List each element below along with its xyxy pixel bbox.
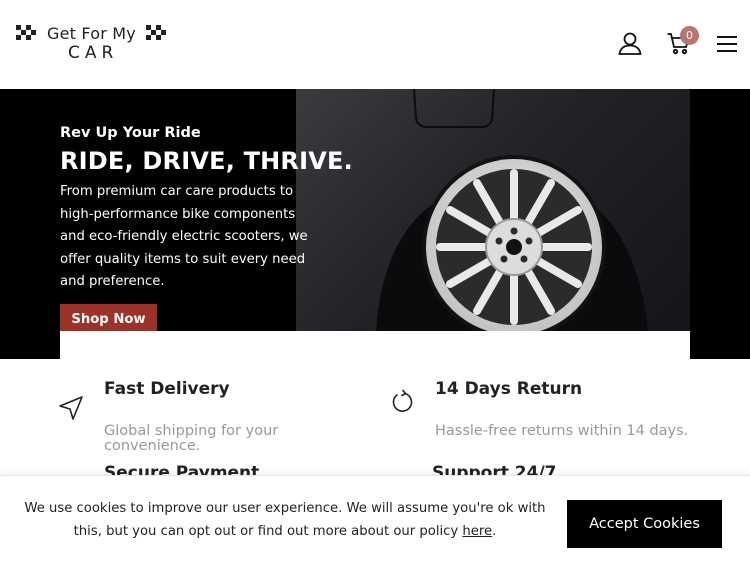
- accept-cookies-button[interactable]: Accept Cookies: [567, 500, 722, 548]
- logo-text-line1: Get For My: [47, 24, 136, 43]
- car-wheel-illustration: [376, 89, 648, 331]
- feature-fast-delivery: Fast Delivery Global shipping for your c…: [58, 377, 318, 457]
- navigation-arrow-icon: [59, 396, 83, 420]
- cookie-consent-bar: We use cookies to improve our user exper…: [0, 475, 750, 563]
- car-wheel-image: [296, 89, 690, 331]
- hamburger-menu-icon[interactable]: [714, 31, 740, 57]
- feature-description: Hassle-free returns within 14 days.: [435, 423, 689, 439]
- hero-bottom-panel: [60, 331, 690, 359]
- hero-banner: Rev Up Your Ride RIDE, DRIVE, THRIVE. Fr…: [0, 89, 750, 359]
- feature-title: Fast Delivery: [104, 379, 230, 399]
- cart-count-badge: 0: [680, 26, 699, 45]
- shop-now-button[interactable]: Shop Now: [60, 304, 157, 331]
- cookie-policy-link[interactable]: here: [462, 524, 492, 539]
- checkered-flag-icon: [16, 25, 36, 40]
- feature-description: Global shipping for your convenience.: [104, 423, 279, 454]
- cookie-message: We use cookies to improve our user exper…: [20, 497, 550, 543]
- checkered-flag-icon: [146, 25, 166, 40]
- user-icon[interactable]: [617, 30, 643, 56]
- site-header: Get For My CAR 0: [0, 0, 750, 89]
- hero-description: From premium car care products to high-p…: [60, 184, 308, 289]
- logo-text-line2: CAR: [68, 43, 119, 63]
- return-cycle-icon: [392, 389, 413, 412]
- cookie-text-end: .: [492, 524, 497, 539]
- feature-title: 14 Days Return: [435, 379, 583, 399]
- site-logo[interactable]: Get For My CAR: [16, 24, 172, 64]
- hero-eyebrow: Rev Up Your Ride: [60, 125, 201, 141]
- hero-headline: RIDE, DRIVE, THRIVE.: [60, 147, 353, 175]
- feature-14-days-return: 14 Days Return Hassle-free returns withi…: [389, 377, 729, 457]
- hero-text-block: Rev Up Your Ride RIDE, DRIVE, THRIVE. Fr…: [60, 125, 353, 294]
